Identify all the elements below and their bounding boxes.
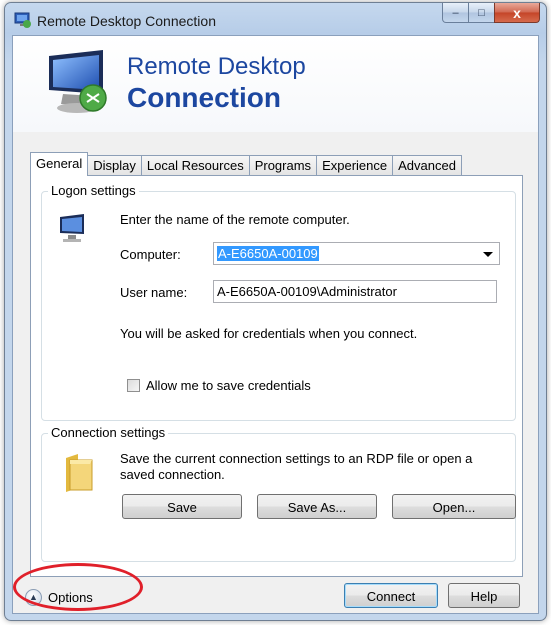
username-label: User name: <box>120 285 188 300</box>
tab-programs[interactable]: Programs <box>248 155 318 176</box>
highlight-annotation-oval <box>13 563 143 611</box>
banner: Remote Desktop Connection <box>13 36 538 132</box>
window-title: Remote Desktop Connection <box>37 13 216 29</box>
logon-settings-label: Logon settings <box>48 183 139 198</box>
tab-display[interactable]: Display <box>87 155 142 176</box>
maximize-icon: □ <box>478 6 485 19</box>
logon-settings-group: Logon settings Enter the name of the rem… <box>41 183 516 421</box>
computer-combobox[interactable]: A-E6650A-00109 <box>213 242 500 265</box>
connection-description-line2: saved connection. <box>120 467 225 482</box>
help-button[interactable]: Help <box>448 583 520 608</box>
computer-value: A-E6650A-00109 <box>217 246 319 261</box>
title-bar[interactable]: Remote Desktop Connection – □ x <box>5 3 546 37</box>
minimize-button[interactable]: – <box>442 3 469 23</box>
rdc-icon <box>14 12 31 28</box>
save-credentials-checkbox[interactable] <box>127 379 140 392</box>
dropdown-arrow-icon[interactable] <box>483 252 493 257</box>
minimize-icon: – <box>452 6 459 19</box>
tab-strip: General Display Local Resources Programs… <box>30 152 462 176</box>
maximize-button[interactable]: □ <box>468 3 495 23</box>
connection-settings-label: Connection settings <box>48 425 169 440</box>
credentials-note: You will be asked for credentials when y… <box>120 326 418 341</box>
window-controls: – □ x <box>442 3 540 25</box>
save-button[interactable]: Save <box>122 494 242 519</box>
open-button[interactable]: Open... <box>392 494 516 519</box>
username-field[interactable]: A-E6650A-00109\Administrator <box>213 280 497 303</box>
save-credentials-label[interactable]: Allow me to save credentials <box>146 378 311 393</box>
tab-experience[interactable]: Experience <box>316 155 394 176</box>
banner-title-line1: Remote Desktop <box>127 53 306 80</box>
rdc-logo-icon <box>49 50 107 113</box>
general-tab-panel: Logon settings Enter the name of the rem… <box>30 175 523 577</box>
connection-description-line1: Save the current connection settings to … <box>120 451 473 466</box>
tab-general[interactable]: General <box>30 152 89 176</box>
close-button[interactable]: x <box>494 3 540 23</box>
close-icon: x <box>513 4 521 21</box>
banner-title-line2: Connection <box>127 82 281 113</box>
tab-local-resources[interactable]: Local Resources <box>140 155 250 176</box>
connection-settings-group: Connection settings Save the current con… <box>41 425 516 562</box>
save-as-button[interactable]: Save As... <box>257 494 377 519</box>
computer-icon <box>60 214 84 242</box>
dialog-client: Remote Desktop Connection General Displa… <box>12 35 539 614</box>
computer-label: Computer: <box>120 247 181 262</box>
folder-icon <box>66 454 93 492</box>
tab-advanced[interactable]: Advanced <box>392 155 462 176</box>
logon-instruction: Enter the name of the remote computer. <box>120 212 350 227</box>
connect-button[interactable]: Connect <box>344 583 438 608</box>
rdc-window: Remote Desktop Connection – □ x Remote D… <box>4 2 547 621</box>
